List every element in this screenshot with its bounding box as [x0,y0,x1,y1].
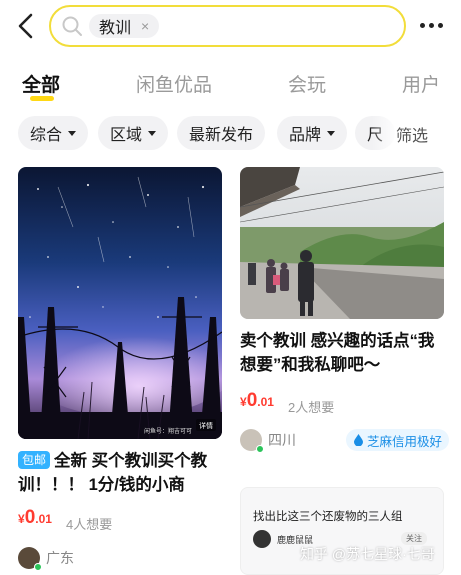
avatar[interactable] [18,547,42,571]
tab-all[interactable]: 全部 [22,70,60,97]
dropdown-arrow-icon [148,130,157,136]
avatar [253,530,271,548]
starry-night-illustration: 详情 闲鱼号：翔吉可可 [18,167,222,439]
product-image-starry-night[interactable]: 详情 闲鱼号：翔吉可可 [18,167,222,439]
product-title: 包邮 全新 买个教训买个教训！！！ 1分/钱的小商 [18,451,208,494]
free-shipping-badge: 包邮 [18,451,51,469]
online-status-dot [34,563,42,571]
avatar[interactable] [240,429,264,453]
tab-users[interactable]: 用户 [402,70,440,97]
back-arrow-icon[interactable] [12,10,40,42]
filter-button[interactable]: 筛选 [396,122,428,146]
filter-brand[interactable]: 品牌 [277,116,348,150]
seller-info[interactable]: 四川 [240,429,296,453]
seller-info[interactable]: 广东 [18,547,74,571]
filter-sort[interactable]: 综合 [18,116,89,150]
train-station-photo [240,167,444,319]
product-title: 卖个教训 感兴趣的话点“我想要”和我私聊吧～ [240,332,435,374]
search-keyword-chip[interactable]: 教训 × [89,14,160,38]
product-card[interactable]: 卖个教训 感兴趣的话点“我想要”和我私聊吧～ ¥0.01 2人想要 四川 芝麻信… [240,167,450,467]
credit-badge: 芝麻信用极好 [346,429,450,451]
filter-latest[interactable]: 最新发布 [177,116,266,150]
filter-bar: 综合 区域 最新发布 品牌 尺 筛选 [0,116,461,154]
more-options-icon[interactable] [420,14,450,36]
search-header: 教训 × [0,0,461,52]
seller-location: 广东 [46,550,74,566]
active-tab-indicator [30,96,54,101]
image-detail-badge: 详情 [199,421,213,430]
image-caption: 找出比这三个还废物的三人组 [253,511,403,523]
wants-count: 4人想要 [66,517,113,532]
dropdown-arrow-icon [68,130,77,136]
product-price: ¥0.01 [18,507,52,528]
search-keyword: 教训 [99,20,132,37]
wants-count: 2人想要 [288,400,335,415]
product-image-train-station[interactable] [240,167,444,319]
filter-region[interactable]: 区域 [98,116,169,150]
product-price: ¥0.01 [240,390,274,411]
dropdown-arrow-icon [327,130,336,136]
online-status-dot [256,445,264,453]
tab-xianyu-selected[interactable]: 闲鱼优品 [136,70,212,97]
seller-location: 四川 [268,432,296,448]
watermark: 知乎 @苏七星球·七哥 [300,546,435,562]
drop-icon [354,434,363,446]
search-input[interactable]: 教训 × [49,5,406,47]
product-card[interactable]: 详情 闲鱼号：翔吉可可 包邮 全新 买个教训买个教训！！！ 1分/钱的小商 ¥0.… [18,167,222,575]
image-seller-tag: 闲鱼号：翔吉可可 [144,427,192,435]
search-icon [62,16,82,36]
tab-huiwan[interactable]: 会玩 [288,70,326,97]
clear-keyword-icon[interactable]: × [141,19,149,33]
category-tabs: 全部 闲鱼优品 会玩 用户 [0,62,461,106]
